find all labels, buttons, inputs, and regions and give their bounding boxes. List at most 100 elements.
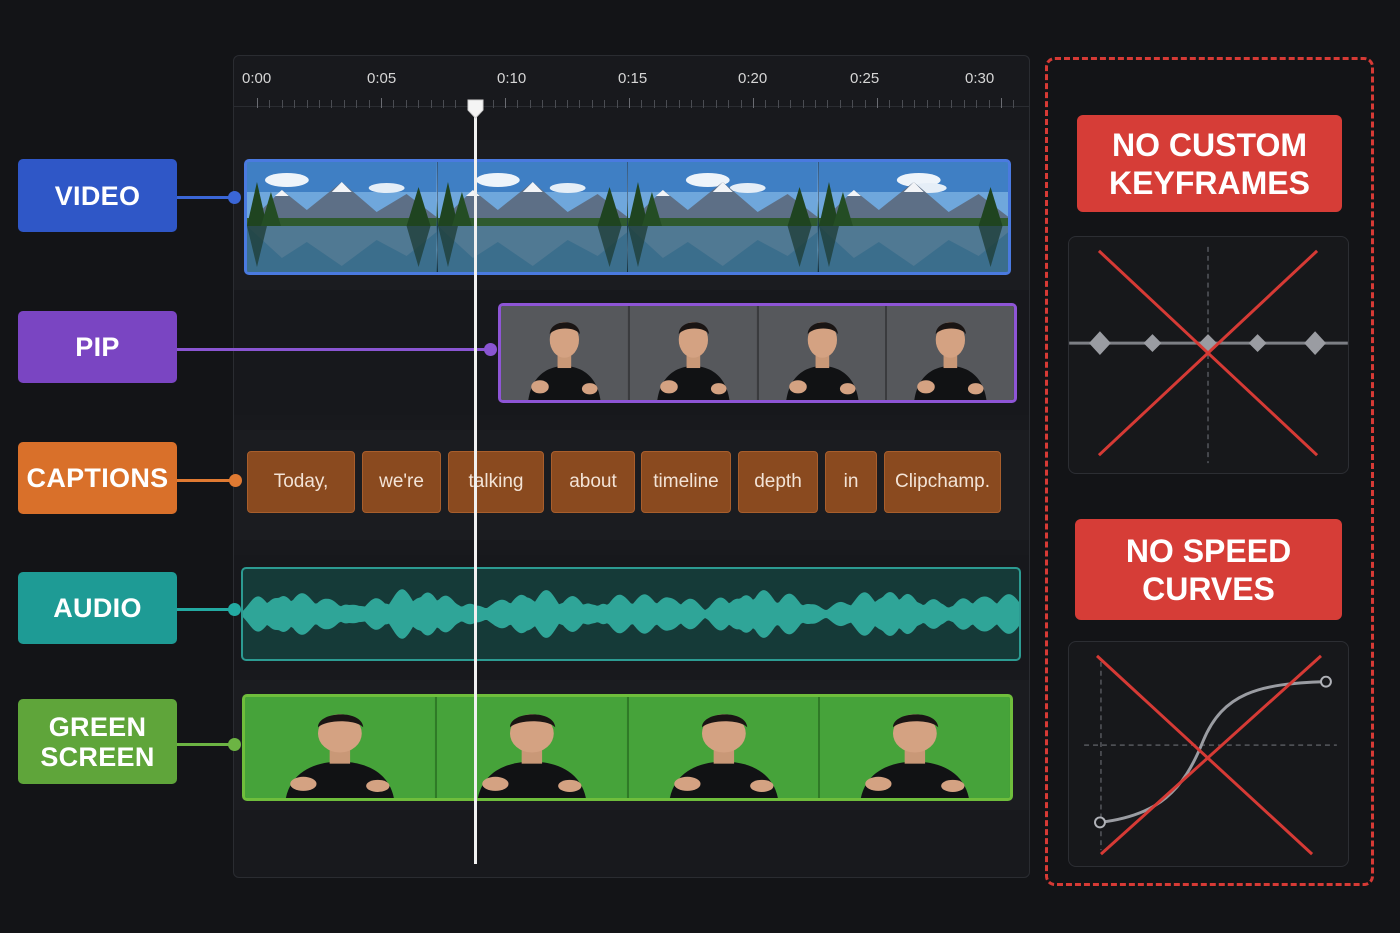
ruler-tick — [356, 100, 357, 108]
caption-word: Today, — [273, 471, 329, 492]
track-label-video[interactable]: VIDEO — [18, 159, 177, 232]
green-screen-clip[interactable] — [242, 694, 1013, 801]
captions-connector-dot — [229, 474, 242, 487]
pip-connector-dot — [484, 343, 497, 356]
ruler-label-25: 0:25 — [850, 70, 880, 87]
video-thumbnail — [247, 162, 438, 272]
track-label-pip-text: PIP — [75, 332, 120, 362]
audio-waveform — [243, 589, 1019, 639]
video-thumbnail — [628, 162, 819, 272]
greenscreen-connector-dot — [228, 738, 241, 751]
caption-word: Clipchamp. — [894, 471, 991, 492]
ruler-tick — [728, 100, 729, 108]
ruler-tick — [542, 100, 543, 108]
audio-clip[interactable] — [241, 567, 1021, 661]
ruler-tick — [443, 100, 444, 108]
track-label-audio-text: AUDIO — [53, 593, 142, 623]
ruler-tick — [455, 100, 456, 108]
ruler-tick — [790, 100, 791, 108]
ruler-tick — [691, 100, 692, 108]
caption-word: we're — [379, 471, 424, 492]
ruler-tick — [765, 100, 766, 108]
track-label-green-line2: SCREEN — [40, 741, 155, 772]
track-label-pip[interactable]: PIP — [18, 311, 177, 383]
pip-thumbnail — [758, 306, 888, 400]
video-connector-dot — [228, 191, 241, 204]
ruler-tick — [369, 100, 370, 108]
track-label-captions[interactable]: CAPTIONS — [18, 442, 177, 514]
ruler-label-20: 0:20 — [738, 70, 768, 87]
track-label-audio[interactable]: AUDIO — [18, 572, 177, 644]
speed-curve-crossed-icon — [1068, 641, 1349, 867]
pip-thumbnail — [501, 306, 630, 400]
ruler-tick — [815, 100, 816, 108]
ruler-tick — [294, 100, 295, 108]
ruler-tick — [914, 100, 915, 108]
ruler-tick — [679, 100, 680, 108]
ruler-tick — [269, 100, 270, 108]
ruler-tick — [827, 100, 828, 108]
green-screen-thumbnail — [820, 697, 1010, 798]
ruler-tick — [902, 100, 903, 108]
no-speed-line2: CURVES — [1142, 570, 1275, 607]
ruler-tick — [517, 100, 518, 108]
ruler-tick — [654, 100, 655, 108]
ruler-tick — [530, 100, 531, 108]
caption-chip[interactable]: we're — [362, 451, 441, 513]
ruler-tick — [927, 100, 928, 108]
caption-word: about — [569, 471, 617, 492]
playhead-handle-icon[interactable] — [466, 98, 485, 120]
caption-word: timeline — [653, 471, 719, 492]
caption-word: depth — [754, 471, 802, 492]
ruler-tick — [307, 100, 308, 108]
audio-connector-dot — [228, 603, 241, 616]
ruler-tick — [778, 100, 779, 108]
green-screen-thumbnail — [436, 697, 629, 798]
ruler-tick — [889, 100, 890, 108]
ruler-tick — [592, 100, 593, 108]
track-label-video-text: VIDEO — [54, 180, 141, 211]
ruler-tick — [344, 100, 345, 108]
ruler-label-30: 0:30 — [965, 70, 995, 87]
pip-connector — [177, 348, 492, 351]
ruler-label-5: 0:05 — [367, 70, 397, 87]
playhead[interactable] — [474, 104, 477, 864]
caption-chip[interactable]: timeline — [641, 451, 731, 513]
ruler-tick — [257, 98, 258, 108]
no-speed-line1: NO SPEED — [1125, 532, 1292, 569]
pip-clip[interactable] — [498, 303, 1017, 403]
ruler-tick — [803, 100, 804, 108]
ruler-tick — [753, 98, 754, 108]
waveform-path — [243, 589, 1019, 639]
ruler-tick — [493, 100, 494, 108]
video-clip[interactable] — [244, 159, 1011, 275]
ruler-tick — [604, 100, 605, 108]
ruler-tick — [840, 100, 841, 108]
ruler-tick — [393, 100, 394, 108]
ruler-tick — [418, 100, 419, 108]
caption-chip[interactable]: Clipchamp. — [884, 451, 1001, 513]
ruler-tick — [431, 100, 432, 108]
caption-chip[interactable]: depth — [738, 451, 818, 513]
ruler-tick — [951, 100, 952, 108]
caption-chip[interactable]: Today, — [247, 451, 355, 513]
no-keyframes-line2: KEYFRAMES — [1109, 164, 1310, 201]
track-label-captions-text: CAPTIONS — [26, 463, 169, 493]
captions-connector — [177, 479, 237, 482]
ruler-tick — [579, 100, 580, 108]
ruler-label-10: 0:10 — [497, 70, 527, 87]
caption-chip[interactable]: in — [825, 451, 877, 513]
caption-chip[interactable]: talking — [448, 451, 544, 513]
caption-chip[interactable]: about — [551, 451, 635, 513]
ruler-tick — [666, 100, 667, 108]
pip-thumbnail — [629, 306, 759, 400]
ruler-tick — [505, 98, 506, 108]
ruler-tick — [741, 100, 742, 108]
ruler-tick — [617, 100, 618, 108]
ruler-tick — [976, 100, 977, 108]
caption-word: in — [843, 471, 859, 492]
no-keyframes-line1: NO CUSTOM — [1112, 126, 1307, 163]
ruler-tick — [567, 100, 568, 108]
no-custom-keyframes-badge: NO CUSTOM KEYFRAMES — [1077, 115, 1342, 212]
track-label-green-screen[interactable]: GREEN SCREEN — [18, 699, 177, 784]
